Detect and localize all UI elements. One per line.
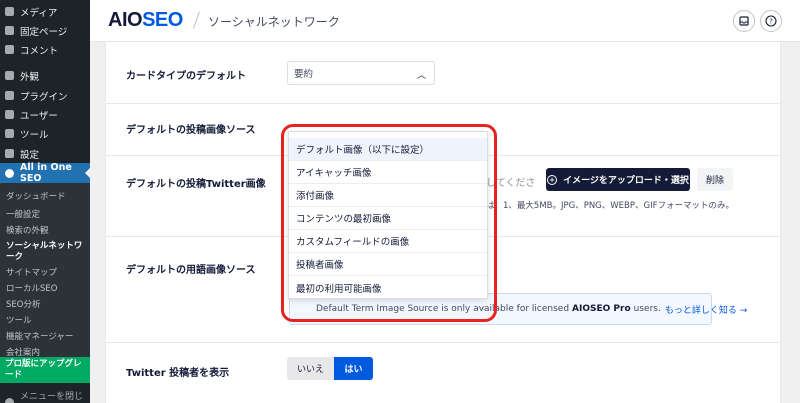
sidebar-item-plugins[interactable]: プラグイン — [0, 86, 90, 105]
submenu-search-appearance[interactable]: 検索の外観 — [6, 224, 49, 236]
wrench-icon — [5, 129, 14, 138]
notifications-button[interactable] — [733, 10, 755, 32]
page-icon — [5, 26, 14, 35]
settings-icon — [5, 149, 14, 158]
upload-image-button[interactable]: + イメージをアップロード・選択 — [546, 168, 690, 191]
inbox-icon — [739, 16, 749, 26]
submenu-general-settings[interactable]: 一般設定 — [6, 208, 40, 220]
help-button[interactable]: ? — [760, 10, 782, 32]
sidebar-item-users[interactable]: ユーザー — [0, 105, 90, 124]
submenu-social-networks[interactable]: ソーシャルネットワーク — [6, 241, 90, 263]
sidebar-item-appearance[interactable]: 外観 — [0, 66, 90, 85]
submenu-tools[interactable]: ツール — [6, 314, 32, 326]
page-title: ソーシャルネットワーク — [208, 15, 340, 29]
sidebar-item-media[interactable]: メディア — [0, 2, 90, 21]
sidebar-item-settings[interactable]: 設定 — [0, 144, 90, 163]
row-divider — [106, 103, 780, 104]
active-arrow — [85, 168, 90, 178]
submenu-sitemaps[interactable]: サイトマップ — [6, 266, 57, 278]
collapse-icon — [5, 397, 14, 403]
twitter-image-label: デフォルトの投稿Twitter画像 — [126, 179, 266, 190]
toggle-yes-button[interactable]: はい — [334, 357, 373, 380]
page-header: AIOSEO ソーシャルネットワーク ? — [90, 0, 800, 42]
sidebar-item-tools[interactable]: ツール — [0, 124, 90, 143]
plus-circle-icon: + — [547, 174, 558, 185]
header-separator — [192, 11, 201, 29]
sidebar-item-comments[interactable]: コメント — [0, 40, 90, 59]
collapse-menu-button[interactable]: メニューを閉じる — [5, 389, 90, 403]
image-hint-text: は：1、最大5MB。JPG、PNG、WEBP、GIFフォーマットのみ。 — [486, 201, 734, 211]
help-icon: ? — [765, 15, 777, 27]
delete-image-button[interactable]: 削除 — [697, 168, 733, 191]
media-icon — [5, 7, 14, 16]
svg-text:?: ? — [769, 18, 773, 26]
chevron-up-icon: ︿ — [416, 71, 426, 81]
term-image-source-label: デフォルトの用語画像ソース — [126, 265, 256, 276]
aioseo-logo: AIOSEO — [108, 9, 183, 31]
upgrade-to-pro-link[interactable]: プロ版にアップグレード — [0, 357, 90, 383]
row-divider — [106, 342, 780, 343]
aioseo-icon — [5, 168, 14, 178]
toggle-no-button[interactable]: いいえ — [287, 357, 334, 380]
twitter-author-label: Twitter 投稿者を表示 — [126, 368, 230, 379]
card-type-select[interactable]: 要約 ︿ — [287, 61, 435, 85]
admin-sidebar: メディア 固定ページ コメント 外観 プラグイン ユーザー ツール 設定 All… — [0, 0, 90, 403]
annotation-highlight-box — [281, 124, 497, 322]
post-image-source-label: デフォルトの投稿画像ソース — [126, 125, 256, 136]
user-icon — [5, 110, 14, 119]
submenu-feature-manager[interactable]: 機能マネージャー — [6, 330, 73, 342]
sidebar-item-pages[interactable]: 固定ページ — [0, 21, 90, 40]
learn-more-link[interactable]: もっと詳しく知る → — [665, 303, 747, 316]
plugin-icon — [5, 91, 14, 100]
aioseo-submenu: ダッシュボード 一般設定 検索の外観 ソーシャルネットワーク サイトマップ ロー… — [0, 183, 90, 361]
sidebar-item-aioseo[interactable]: All in One SEO — [0, 162, 90, 184]
submenu-local-seo[interactable]: ローカルSEO — [6, 282, 57, 294]
twitter-author-toggle: いいえ はい — [287, 357, 373, 380]
submenu-dashboard[interactable]: ダッシュボード — [6, 190, 66, 202]
submenu-seo-analysis[interactable]: SEO分析 — [6, 298, 40, 310]
comment-icon — [5, 45, 14, 54]
brush-icon — [5, 71, 14, 80]
card-type-label: カードタイプのデフォルト — [126, 71, 246, 82]
